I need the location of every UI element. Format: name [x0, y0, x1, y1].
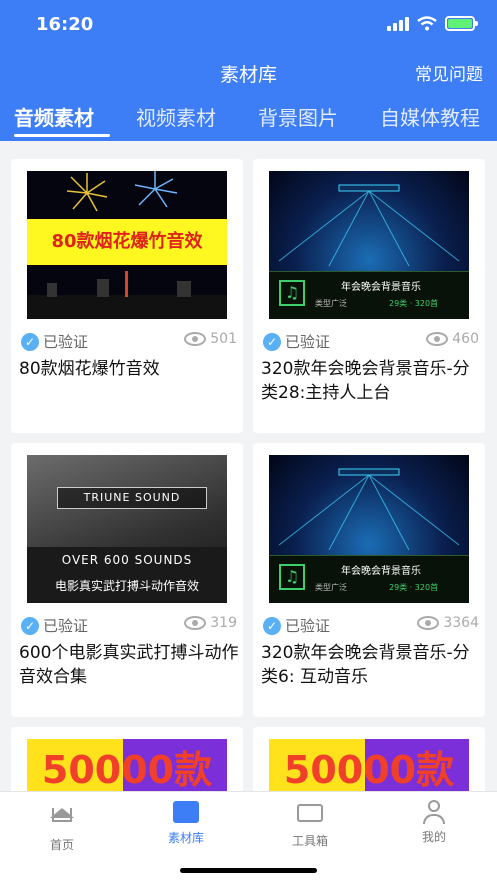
tabbar-library[interactable]: 素材库	[141, 800, 231, 846]
profile-icon	[421, 800, 447, 824]
status-time: 16:20	[36, 14, 94, 35]
music-note-icon: ♫	[279, 280, 305, 306]
card-thumbnail-text: 50000款	[283, 748, 455, 791]
view-count: 501	[184, 331, 237, 347]
card-thumbnail: TRIUNE SOUND OVER 600 SOUNDS 电影真实武打搏斗动作音…	[27, 455, 227, 603]
verified-badge: ✓ 已验证	[263, 331, 330, 352]
wifi-icon	[417, 16, 437, 31]
home-indicator	[180, 868, 317, 873]
card-thumbnail: 50000款	[269, 739, 469, 791]
stage-caption-panel: ♫ 年会晚会背景音乐 类型广泛 29类 · 320首	[269, 271, 469, 319]
card-title: 600个电影真实武打搏斗动作音效合集	[19, 643, 239, 687]
stage-illustration	[278, 184, 460, 267]
tab-video[interactable]: 视频素材	[136, 102, 216, 131]
card-thumbnail-sub: OVER 600 SOUNDS	[61, 553, 193, 567]
eye-icon	[417, 616, 440, 630]
verified-label: 已验证	[43, 333, 89, 351]
signal-icon	[387, 16, 409, 31]
eye-icon	[184, 616, 207, 630]
card-thumbnail-sub: 29类 · 320首	[389, 299, 439, 308]
tabbar-label: 我的	[421, 830, 446, 844]
card-title: 320款年会晚会背景音乐-分类6: 互动音乐	[261, 643, 470, 687]
music-note-icon: ♫	[279, 564, 305, 590]
card-thumbnail: 50000款	[27, 739, 227, 791]
view-count-value: 3364	[443, 615, 479, 631]
material-card[interactable]: 50000款	[11, 727, 243, 791]
tabbar-toolbox[interactable]: 工具箱	[265, 800, 355, 849]
check-icon: ✓	[21, 616, 39, 635]
tabbar-label: 首页	[49, 838, 74, 852]
faq-button[interactable]: 常见问题	[415, 60, 483, 85]
tab-background-images[interactable]: 背景图片	[258, 102, 338, 131]
card-thumbnail-sub: 电影真实武打搏斗动作音效	[54, 579, 199, 593]
card-thumbnail-sub: 29类 · 320首	[389, 583, 439, 592]
card-title: 80款烟花爆竹音效	[19, 359, 160, 379]
eye-icon	[184, 332, 207, 346]
stage-illustration	[278, 468, 460, 551]
card-thumbnail-text: TRIUNE SOUND	[57, 487, 207, 509]
tabbar-home[interactable]: 首页	[17, 800, 107, 853]
tab-audio[interactable]: 音频素材	[14, 102, 94, 131]
status-bar: 16:20	[0, 0, 497, 50]
material-card[interactable]: TRIUNE SOUND OVER 600 SOUNDS 电影真实武打搏斗动作音…	[11, 443, 243, 717]
stage-caption-panel: ♫ 年会晚会背景音乐 类型广泛 29类 · 320首	[269, 555, 469, 603]
card-thumbnail-text: 80款烟花爆竹音效	[27, 219, 227, 265]
card-thumbnail-sub: 类型广泛	[315, 299, 347, 308]
card-meta: ✓ 已验证 3364	[263, 615, 479, 637]
card-thumbnail-sub: 类型广泛	[315, 583, 347, 592]
material-card[interactable]: ♫ 年会晚会背景音乐 类型广泛 29类 · 320首 ✓ 已验证 3364 320…	[253, 443, 485, 717]
tabbar-label: 素材库	[167, 831, 204, 845]
view-count: 3364	[417, 615, 479, 631]
card-title: 320款年会晚会背景音乐-分类28:主持人上台	[261, 359, 470, 403]
tab-media-tutorials[interactable]: 自媒体教程	[380, 102, 480, 131]
toolbox-icon	[297, 804, 323, 828]
verified-label: 已验证	[43, 617, 89, 635]
thumbnail-caption-band: OVER 600 SOUNDS 电影真实武打搏斗动作音效	[27, 547, 227, 603]
check-icon: ✓	[263, 332, 281, 351]
verified-label: 已验证	[285, 333, 331, 351]
home-icon	[49, 808, 75, 832]
status-icons	[387, 16, 478, 31]
view-count-value: 460	[452, 331, 479, 347]
material-card[interactable]: 80款烟花爆竹音效 ✓ 已验证 501 80款烟花爆竹音效	[11, 159, 243, 433]
app-header: 16:20 素材库 常见问题 音频素材 视频素材 背景图片 自媒体教程	[0, 0, 497, 141]
active-tab-indicator	[14, 134, 110, 137]
view-count-value: 319	[210, 615, 237, 631]
card-meta: ✓ 已验证 319	[21, 615, 237, 637]
card-thumbnail-text: 年会晚会背景音乐	[341, 282, 421, 293]
check-icon: ✓	[21, 332, 39, 351]
card-thumbnail-text: 年会晚会背景音乐	[341, 566, 421, 577]
card-thumbnail: ♫ 年会晚会背景音乐 类型广泛 29类 · 320首	[269, 455, 469, 603]
card-meta: ✓ 已验证 501	[21, 331, 237, 353]
view-count: 319	[184, 615, 237, 631]
view-count-value: 501	[210, 331, 237, 347]
material-grid: 80款烟花爆竹音效 ✓ 已验证 501 80款烟花爆竹音效 ♫ 年会晚会背景音乐…	[0, 141, 497, 791]
battery-icon	[445, 16, 478, 31]
verified-badge: ✓ 已验证	[21, 615, 88, 636]
material-card[interactable]: ♫ 年会晚会背景音乐 类型广泛 29类 · 320首 ✓ 已验证 460 320款…	[253, 159, 485, 433]
tabbar-label: 工具箱	[291, 834, 328, 848]
check-icon: ✓	[263, 616, 281, 635]
view-count: 460	[426, 331, 479, 347]
library-icon	[173, 801, 199, 825]
card-thumbnail: ♫ 年会晚会背景音乐 类型广泛 29类 · 320首	[269, 171, 469, 319]
verified-badge: ✓ 已验证	[21, 331, 88, 352]
card-thumbnail-text: 50000款	[41, 748, 213, 791]
card-meta: ✓ 已验证 460	[263, 331, 479, 353]
verified-badge: ✓ 已验证	[263, 615, 330, 636]
eye-icon	[426, 332, 449, 346]
material-card[interactable]: 50000款	[253, 727, 485, 791]
tabbar-profile[interactable]: 我的	[389, 800, 479, 845]
verified-label: 已验证	[285, 617, 331, 635]
card-thumbnail: 80款烟花爆竹音效	[27, 171, 227, 319]
